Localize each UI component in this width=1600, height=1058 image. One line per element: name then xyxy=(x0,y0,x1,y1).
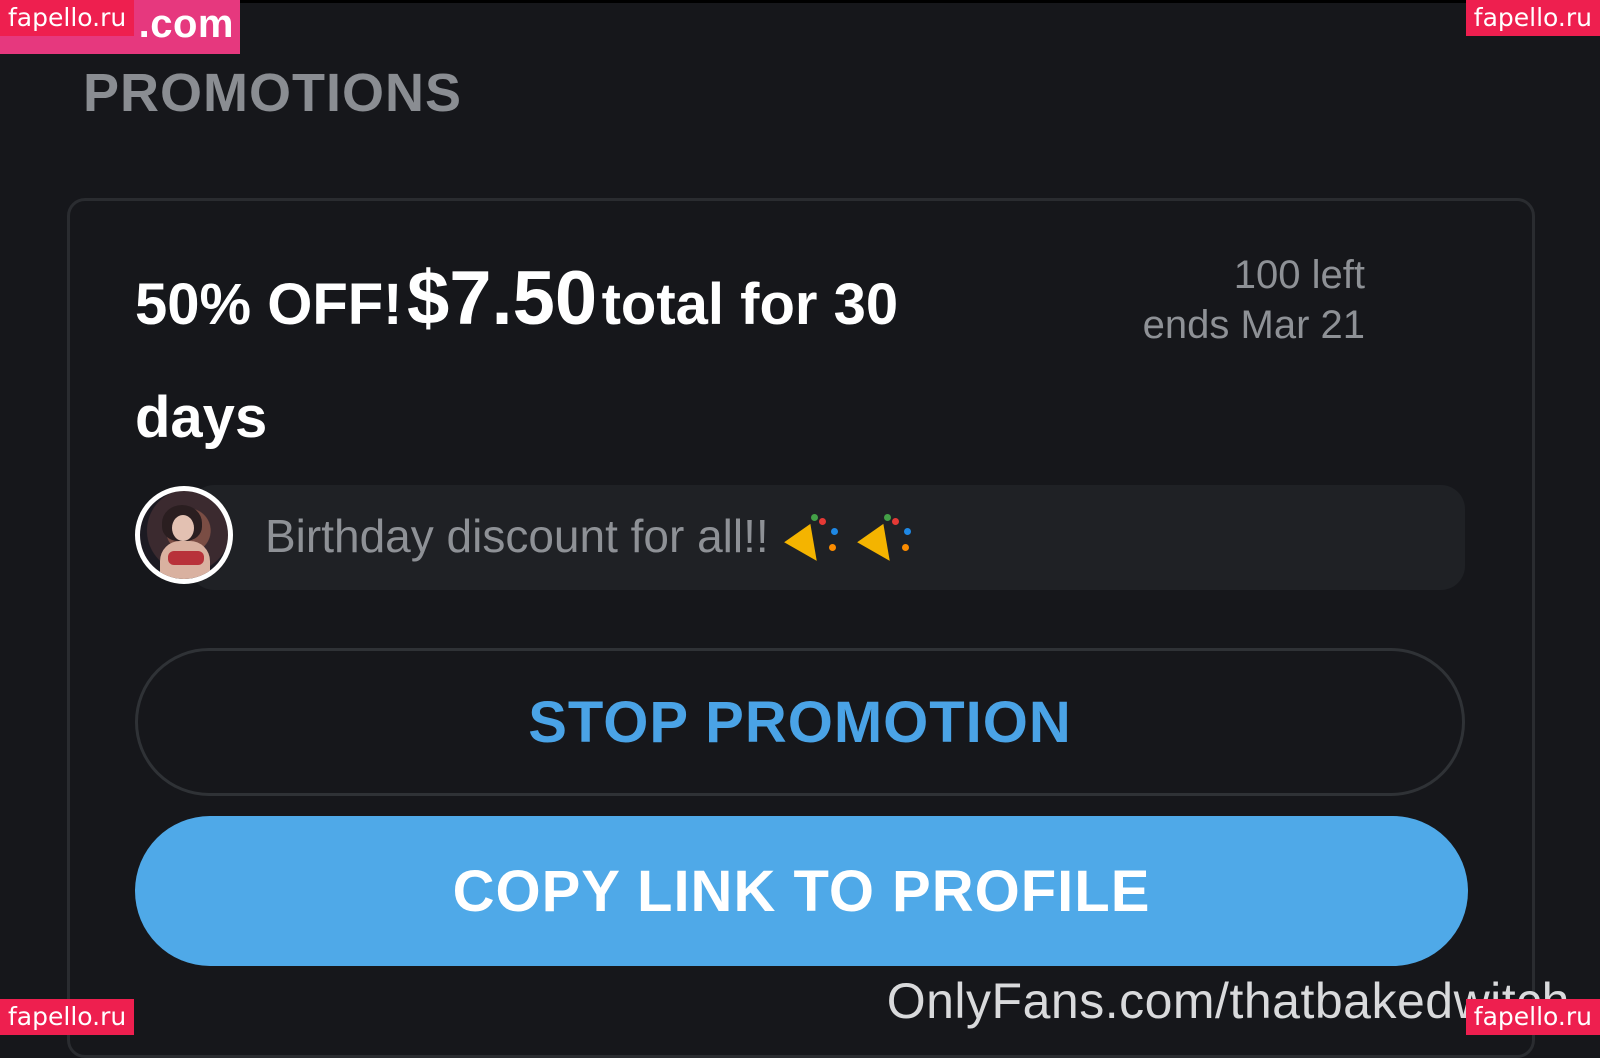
promotion-message: Birthday discount for all!! xyxy=(190,485,1465,590)
watermark-top-right: fapello.ru xyxy=(1465,0,1600,36)
avatar[interactable] xyxy=(135,486,233,584)
promotion-price: $7.50 xyxy=(406,256,598,341)
stop-promotion-button[interactable]: STOP PROMOTION xyxy=(135,648,1465,796)
promotion-message-text-row: Birthday discount for all!! xyxy=(265,509,914,570)
promotion-duration: total for 30 xyxy=(601,272,899,337)
section-title: PROMOTIONS xyxy=(83,63,463,123)
brand-banner-text: .com xyxy=(138,2,234,46)
discount-label: 50% OFF! xyxy=(135,272,403,337)
party-popper-icon xyxy=(857,513,914,570)
copy-link-button[interactable]: COPY LINK TO PROFILE xyxy=(135,816,1468,966)
party-popper-icon xyxy=(784,513,841,570)
promotion-duration-unit: days xyxy=(135,385,268,450)
promotion-headline: 50% OFF! $7.50 total for 30 days xyxy=(135,250,995,482)
watermark-bottom-right: fapello.ru xyxy=(1465,999,1600,1035)
promotion-remaining: 100 left xyxy=(1233,253,1365,297)
watermark-bottom-left: fapello.ru xyxy=(0,999,135,1035)
promotion-message-text: Birthday discount for all!! xyxy=(265,510,769,562)
promotion-meta: 100 left ends Mar 21 xyxy=(1143,250,1365,350)
watermark-top-left: fapello.ru xyxy=(0,0,135,36)
promotion-end-date: ends Mar 21 xyxy=(1142,303,1365,347)
